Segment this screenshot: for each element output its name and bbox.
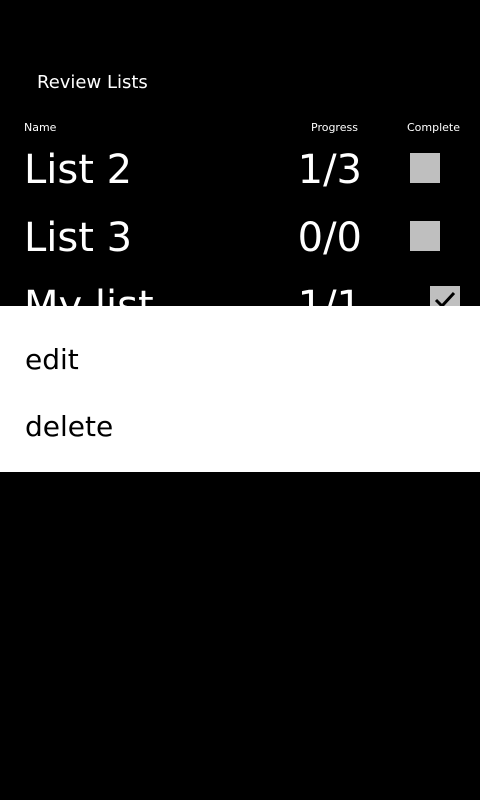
list-item-progress: 1/3 — [297, 147, 362, 193]
page-title: Review Lists — [37, 72, 148, 93]
menu-item-delete-label: delete — [25, 410, 114, 443]
column-header-name: Name — [24, 121, 57, 134]
complete-checkbox[interactable] — [430, 286, 460, 306]
complete-checkbox[interactable] — [410, 153, 440, 183]
column-header-progress: Progress — [311, 121, 358, 134]
list-item[interactable]: My list 1/1 — [0, 276, 480, 306]
list-item-progress: 1/1 — [297, 283, 362, 306]
checkmark-icon — [434, 291, 456, 306]
list-item[interactable]: List 2 1/3 — [0, 140, 480, 208]
column-header-complete: Complete — [407, 121, 461, 134]
context-menu: edit delete — [0, 306, 480, 472]
complete-checkbox[interactable] — [410, 221, 440, 251]
review-list: List 2 1/3 List 3 0/0 My list 1/1 — [0, 140, 480, 306]
list-item[interactable]: List 3 0/0 — [0, 208, 480, 276]
list-item-name: My list — [24, 283, 154, 306]
list-item-progress: 0/0 — [297, 215, 362, 261]
list-item-name: List 2 — [24, 147, 133, 193]
menu-item-delete[interactable]: delete — [0, 399, 480, 455]
list-item-name: List 3 — [24, 215, 133, 261]
menu-item-edit[interactable]: edit — [0, 332, 480, 388]
menu-item-edit-label: edit — [25, 343, 79, 376]
